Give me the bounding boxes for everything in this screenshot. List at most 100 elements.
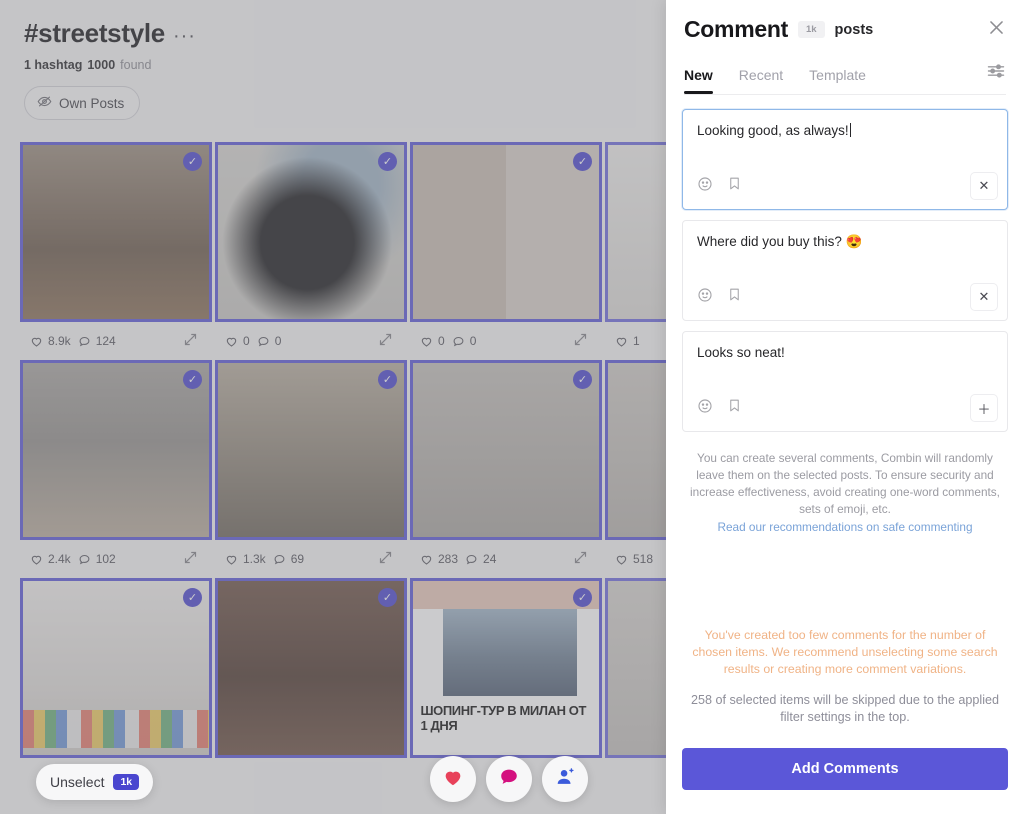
comment-fab[interactable] <box>486 756 532 802</box>
comment-count-value: 0 <box>274 334 282 348</box>
close-icon[interactable] <box>987 18 1006 42</box>
post-grid: ✓8.9k124✓00✓001✓2.4k102✓1.3k69✓28324✓518… <box>20 142 666 796</box>
comment-text-input[interactable]: Looks so neat! <box>683 332 1007 362</box>
selected-check-icon[interactable]: ✓ <box>378 152 397 171</box>
post-cell: ✓ 1.3k 69 <box>215 360 407 578</box>
panel-tabs: New Recent Template <box>684 61 1006 95</box>
comment-text-input[interactable]: Where did you buy this? 😍 <box>683 221 1007 251</box>
post-thumbnail[interactable]: ✓ <box>20 360 212 540</box>
selected-check-icon[interactable]: ✓ <box>378 370 397 389</box>
post-thumbnail[interactable]: ✓ <box>215 360 407 540</box>
post-stats: 2.4k 102 <box>20 540 212 578</box>
own-posts-label: Own Posts <box>59 95 125 111</box>
results-header: #streetstyle ··· 1 hashtag 1000 found Ow… <box>0 0 666 120</box>
selected-check-icon[interactable]: ✓ <box>183 370 202 389</box>
panel-spacer <box>666 536 1024 627</box>
emoji-icon[interactable] <box>697 176 713 197</box>
heart-outline-icon <box>420 553 433 566</box>
post-thumbnail[interactable]: ✓ <box>20 142 212 322</box>
post-stats: 00 <box>410 322 602 360</box>
like-count: 2.4k <box>30 552 71 566</box>
post-thumbnail[interactable]: ШОПИНГ-ТУР В МИЛАН ОТ 1 ДНЯ ✓ <box>410 578 602 758</box>
emoji-icon[interactable] <box>697 398 713 419</box>
tab-new[interactable]: New <box>684 63 713 94</box>
selected-check-icon[interactable]: ✓ <box>378 588 397 607</box>
post-image <box>218 145 404 319</box>
bookmark-icon[interactable] <box>727 398 742 418</box>
bookmark-icon[interactable] <box>727 176 742 196</box>
selected-check-icon[interactable]: ✓ <box>573 370 592 389</box>
post-stats <box>215 758 407 796</box>
like-fab[interactable] <box>430 756 476 802</box>
comment-outline-icon <box>452 335 465 348</box>
unselect-button[interactable]: Unselect 1k <box>36 764 154 800</box>
post-cell: ✓ 8.9k 124 <box>20 142 212 360</box>
post-stats: 283 24 <box>410 540 602 578</box>
eye-off-icon <box>37 94 52 112</box>
comment-count: 0 <box>257 334 282 348</box>
bookmark-icon[interactable] <box>727 287 742 307</box>
comment-count: 24 <box>465 552 496 566</box>
panel-posts-label: posts <box>834 21 874 38</box>
hashtag-row: #streetstyle ··· <box>24 18 666 49</box>
selected-check-icon[interactable]: ✓ <box>573 588 592 607</box>
comment-card[interactable]: Looks so neat! ＋ <box>682 331 1008 432</box>
comment-card-footer: ✕ <box>683 284 1007 320</box>
post-image <box>218 363 404 537</box>
comment-count-value: 0 <box>469 334 477 348</box>
safe-commenting-link[interactable]: Read our recommendations on safe comment… <box>688 519 1002 536</box>
panel-count-badge: 1k <box>797 21 825 38</box>
app-root: #streetstyle ··· 1 hashtag 1000 found Ow… <box>0 0 1024 814</box>
comment-card[interactable]: Looking good, as always! ✕ <box>682 109 1008 210</box>
selected-check-icon[interactable]: ✓ <box>183 152 202 171</box>
expand-icon[interactable] <box>573 332 588 350</box>
emoji-icon[interactable] <box>697 287 713 308</box>
comment-text-input[interactable]: Looking good, as always! <box>683 110 1007 140</box>
tab-recent[interactable]: Recent <box>739 63 783 93</box>
like-count-value: 2.4k <box>48 552 71 566</box>
comment-hint: You can create several comments, Combin … <box>688 450 1002 536</box>
like-count-value: 283 <box>438 552 459 566</box>
more-options-icon[interactable]: ··· <box>173 26 196 46</box>
expand-icon[interactable] <box>183 332 198 350</box>
comment-count: 69 <box>273 552 304 566</box>
post-thumbnail[interactable]: ✓ <box>410 360 602 540</box>
expand-icon[interactable] <box>378 332 393 350</box>
own-posts-chip[interactable]: Own Posts <box>24 86 141 120</box>
post-image <box>23 363 209 537</box>
expand-icon[interactable] <box>183 550 198 568</box>
found-count-value: 1000 <box>87 58 116 72</box>
like-count: 0 <box>420 334 445 348</box>
post-thumbnail[interactable]: ✓ <box>215 578 407 758</box>
like-count-value: 1.3k <box>243 552 266 566</box>
post-thumbnail[interactable]: ✓ <box>20 578 212 758</box>
comment-count-value: 102 <box>95 552 116 566</box>
expand-icon[interactable] <box>573 550 588 568</box>
filter-sliders-icon[interactable] <box>986 61 1006 94</box>
comment-cards-list: Looking good, as always! ✕ Where did you b… <box>666 95 1024 442</box>
comment-card[interactable]: Where did you buy this? 😍 ✕ <box>682 220 1008 321</box>
comment-outline-icon <box>78 335 91 348</box>
post-thumbnail[interactable]: ✓ <box>410 142 602 322</box>
comment-icon <box>498 766 520 793</box>
post-thumbnail[interactable] <box>605 578 666 758</box>
expand-icon[interactable] <box>378 550 393 568</box>
like-count-value: 0 <box>438 334 445 348</box>
post-thumbnail[interactable] <box>605 142 666 322</box>
post-cell: ✓ 0 0 <box>410 142 602 360</box>
tab-template[interactable]: Template <box>809 63 866 93</box>
follow-fab[interactable] <box>542 756 588 802</box>
selected-check-icon[interactable]: ✓ <box>573 152 592 171</box>
post-thumbnail[interactable]: ✓ <box>215 142 407 322</box>
add-comment-button[interactable]: ＋ <box>971 395 997 421</box>
warning-too-few-comments: You've created too few comments for the … <box>692 628 998 676</box>
remove-comment-button[interactable]: ✕ <box>971 173 997 199</box>
results-meta: 1 hashtag 1000 found <box>24 58 666 72</box>
warning-skipped-items: 258 of selected items will be skipped du… <box>690 693 1000 724</box>
post-thumbnail[interactable]: ✓ <box>605 360 666 540</box>
post-stats: 1.3k 69 <box>215 540 407 578</box>
remove-comment-button[interactable]: ✕ <box>971 284 997 310</box>
post-image <box>413 145 599 319</box>
add-comments-button[interactable]: Add Comments <box>682 748 1008 790</box>
selected-check-icon[interactable]: ✓ <box>183 588 202 607</box>
